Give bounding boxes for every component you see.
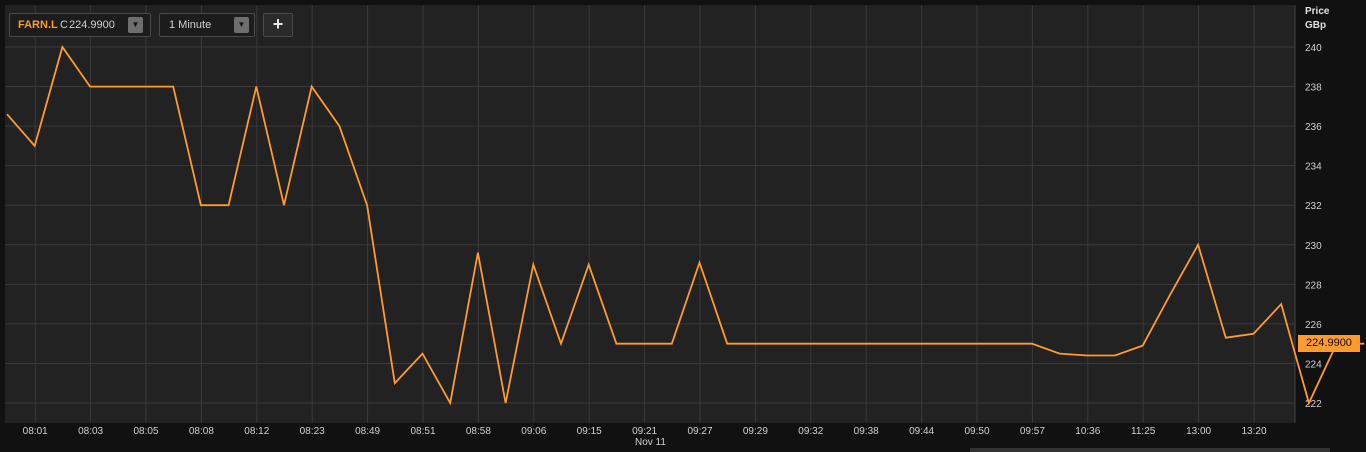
x-tick-label: 09:44 xyxy=(909,426,934,437)
x-tick-label: 08:05 xyxy=(133,426,158,437)
x-tick-label: 13:20 xyxy=(1241,426,1266,437)
interval-selector[interactable]: 1 Minute ▼ xyxy=(159,13,255,37)
x-tick-label: 09:27 xyxy=(687,426,712,437)
x-tick-label: 08:51 xyxy=(410,426,435,437)
y-tick-label: 224 xyxy=(1305,359,1322,370)
y-tick-label: 238 xyxy=(1305,83,1322,94)
x-tick-label: 11:25 xyxy=(1131,426,1156,437)
y-axis-title-price: Price xyxy=(1305,6,1330,17)
y-tick-label: 226 xyxy=(1305,320,1322,331)
x-tick-label: 09:57 xyxy=(1020,426,1045,437)
y-tick-label: 232 xyxy=(1305,201,1322,212)
y-tick-label: 234 xyxy=(1305,162,1322,173)
x-axis: 08:01 08:03 08:05 08:08 08:12 08:23 08:49 08:51… xyxy=(23,426,1267,437)
x-tick-label: 08:23 xyxy=(300,426,325,437)
grid xyxy=(5,5,1296,423)
add-indicator-button[interactable]: + xyxy=(263,13,293,37)
close-value: 224.9900 xyxy=(69,19,115,31)
x-tick-label: 09:32 xyxy=(798,426,823,437)
x-tick-label: 08:03 xyxy=(78,426,103,437)
symbol-selector[interactable]: FARN.L C 224.9900 ▼ xyxy=(9,13,151,37)
close-prefix: C xyxy=(60,19,68,31)
x-tick-label: 08:01 xyxy=(23,426,48,437)
date-label: Nov 11 xyxy=(635,437,666,448)
y-tick-label: 230 xyxy=(1305,241,1322,252)
x-tick-label: 09:29 xyxy=(743,426,768,437)
x-tick-label: 09:21 xyxy=(632,426,657,437)
interval-dropdown-icon[interactable]: ▼ xyxy=(234,17,249,33)
symbol-dropdown-icon[interactable]: ▼ xyxy=(128,17,143,33)
x-tick-label: 13:00 xyxy=(1186,426,1211,437)
x-tick-label: 08:08 xyxy=(189,426,214,437)
interval-label: 1 Minute xyxy=(169,19,212,31)
series-line xyxy=(6,44,1365,406)
price-chart[interactable]: 222224226228230232234236238240 08:01 08:0… xyxy=(0,0,1366,452)
x-tick-label: 08:12 xyxy=(244,426,269,437)
x-tick-label: 09:50 xyxy=(964,426,989,437)
y-tick-label: 236 xyxy=(1305,122,1322,133)
x-tick-label: 08:49 xyxy=(355,426,380,437)
y-axis-title-unit: GBp xyxy=(1305,20,1327,31)
y-tick-label: 240 xyxy=(1305,43,1322,54)
y-tick-label: 228 xyxy=(1305,280,1322,291)
x-tick-label: 09:15 xyxy=(577,426,602,437)
last-price-tag: 224.9900 xyxy=(1298,335,1360,352)
chart-window: 222 224 226 228 230 232 234 236 238 240 08:01 08:0… xyxy=(0,0,1366,452)
symbol-label: FARN.L xyxy=(18,19,58,31)
x-tick-label: 10:36 xyxy=(1075,426,1100,437)
x-tick-label: 08:58 xyxy=(466,426,491,437)
time-scrollbar[interactable] xyxy=(970,448,1330,452)
y-axis: 222224226228230232234236238240 xyxy=(1305,43,1322,410)
x-tick-label: 09:06 xyxy=(521,426,546,437)
price-line xyxy=(6,44,1365,406)
x-tick-label: 09:38 xyxy=(854,426,879,437)
